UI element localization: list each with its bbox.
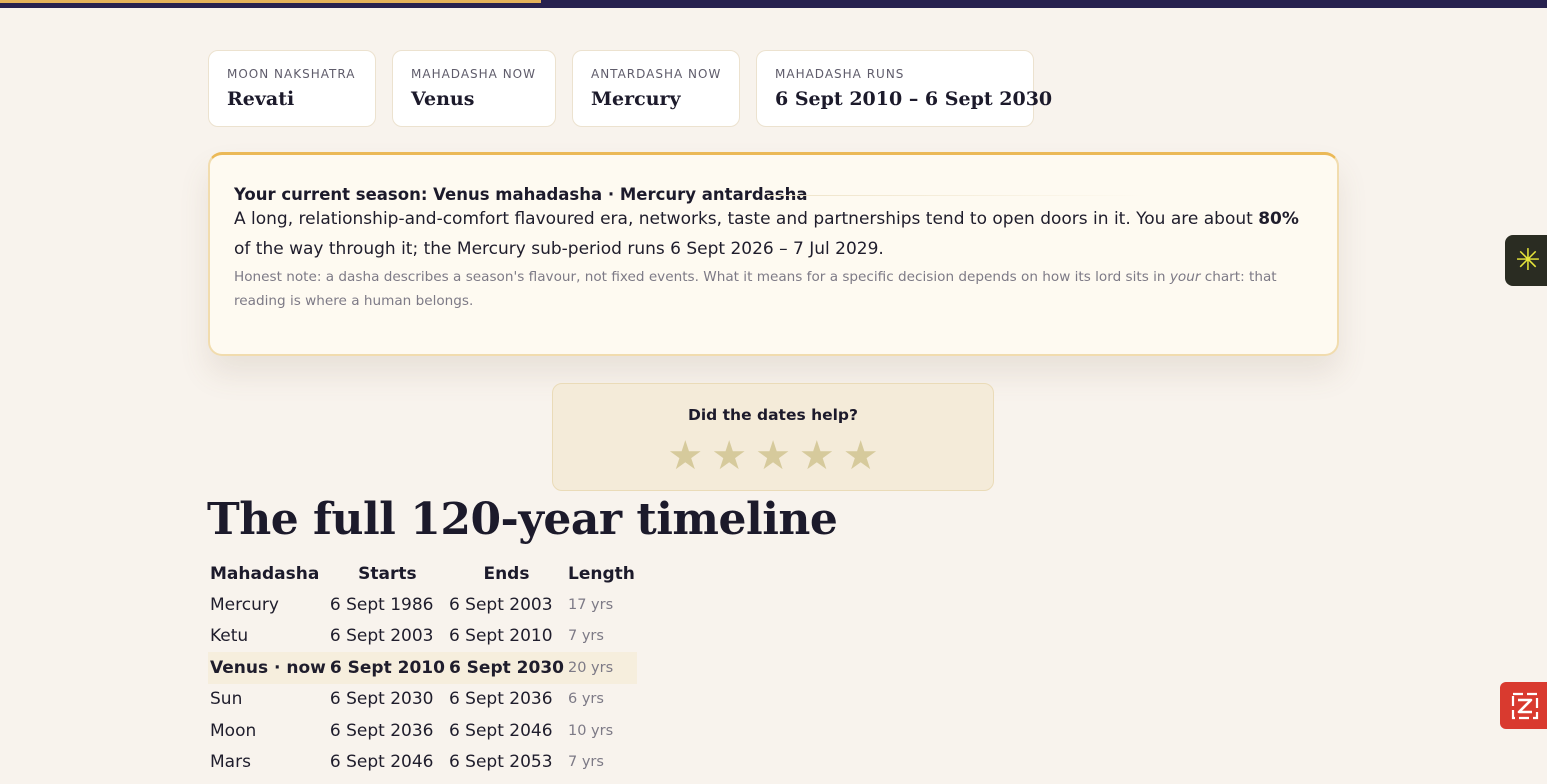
start-date: 6 Sept 2003 bbox=[329, 626, 434, 647]
end-date: 6 Sept 2030 bbox=[446, 652, 566, 684]
zendesk-icon bbox=[1511, 692, 1539, 719]
rating-question: Did the dates help? bbox=[687, 406, 859, 424]
season-progress-percent: 80% bbox=[1258, 209, 1299, 229]
stat-antardasha-now: ANTARDASHA NOW Mercury bbox=[572, 50, 740, 127]
mahadasha-name: Moon bbox=[210, 720, 257, 741]
length: 20 yrs bbox=[566, 652, 637, 684]
column-header-ends: Ends bbox=[483, 564, 530, 584]
honest-note: Honest note: a dasha describes a season'… bbox=[234, 265, 1313, 313]
mahadasha-name: Mercury bbox=[210, 594, 279, 615]
start-date: 6 Sept 2030 bbox=[329, 689, 434, 710]
support-widget-button[interactable] bbox=[1500, 682, 1547, 729]
table-row: Moon 6 Sept 2036 6 Sept 2046 10 yrs bbox=[208, 715, 637, 747]
end-date: 6 Sept 2036 bbox=[448, 689, 553, 710]
stat-label: MAHADASHA NOW bbox=[411, 67, 536, 81]
top-progress-bar bbox=[0, 0, 1547, 8]
star-icon[interactable]: ★ bbox=[843, 436, 879, 476]
end-date: 6 Sept 2010 bbox=[448, 626, 553, 647]
column-header-mahadasha: Mahadasha bbox=[210, 564, 320, 584]
column-header-starts: Starts bbox=[358, 564, 417, 584]
stat-value: 6 Sept 2010 – 6 Sept 2030 bbox=[775, 88, 1053, 110]
note-emphasis: your bbox=[1169, 269, 1201, 285]
star-icon[interactable]: ★ bbox=[667, 436, 703, 476]
mahadasha-name: Venus · now bbox=[208, 652, 328, 684]
mahadasha-name: Ketu bbox=[210, 626, 249, 647]
length: 10 yrs bbox=[568, 722, 614, 739]
timeline-heading: The full 120-year timeline bbox=[207, 494, 838, 545]
start-date: 6 Sept 2036 bbox=[329, 720, 434, 741]
start-date: 6 Sept 2010 bbox=[327, 652, 447, 684]
stat-value: Mercury bbox=[591, 88, 681, 110]
mahadasha-name: Sun bbox=[210, 689, 243, 710]
start-date: 6 Sept 1986 bbox=[329, 594, 434, 615]
length: 17 yrs bbox=[568, 596, 614, 613]
end-date: 6 Sept 2003 bbox=[448, 594, 553, 615]
stat-mahadasha-now: MAHADASHA NOW Venus bbox=[392, 50, 556, 127]
asterisk-icon: ✳ bbox=[1515, 243, 1541, 278]
feedback-rating-card: Did the dates help? ★ ★ ★ ★ ★ bbox=[552, 383, 994, 491]
table-row: Mercury 6 Sept 1986 6 Sept 2003 17 yrs bbox=[208, 589, 637, 621]
star-icon[interactable]: ★ bbox=[755, 436, 791, 476]
table-header-row: Mahadasha Starts Ends Length bbox=[208, 559, 637, 589]
star-rating: ★ ★ ★ ★ ★ bbox=[553, 436, 993, 476]
stat-label: MAHADASHA RUNS bbox=[775, 67, 905, 81]
end-date: 6 Sept 2046 bbox=[448, 720, 553, 741]
length: 7 yrs bbox=[568, 754, 604, 771]
stat-label: ANTARDASHA NOW bbox=[591, 67, 722, 81]
note-text: Honest note: a dasha describes a season'… bbox=[234, 269, 1170, 285]
season-title: Your current season: Venus mahadasha · M… bbox=[234, 185, 1313, 204]
start-date: 6 Sept 2046 bbox=[329, 752, 434, 773]
end-date: 6 Sept 2053 bbox=[448, 752, 553, 773]
length: 6 yrs bbox=[568, 691, 604, 708]
star-icon[interactable]: ★ bbox=[711, 436, 747, 476]
table-row-current: Venus · now 6 Sept 2010 6 Sept 2030 20 y… bbox=[208, 652, 637, 684]
floating-widget-button[interactable]: ✳ bbox=[1505, 235, 1547, 286]
title-divider bbox=[767, 195, 1147, 196]
season-title-text: Your current season: Venus mahadasha · M… bbox=[234, 185, 808, 204]
table-row: Ketu 6 Sept 2003 6 Sept 2010 7 yrs bbox=[208, 621, 637, 653]
season-description: A long, relationship-and-comfort flavour… bbox=[234, 204, 1313, 264]
stat-label: MOON NAKSHATRA bbox=[227, 67, 356, 81]
mahadasha-timeline-table: Mahadasha Starts Ends Length Mercury 6 S… bbox=[208, 559, 637, 778]
stat-value: Venus bbox=[411, 88, 475, 110]
column-header-length: Length bbox=[568, 564, 635, 584]
star-icon[interactable]: ★ bbox=[799, 436, 835, 476]
progress-fill bbox=[0, 0, 542, 3]
stat-value: Revati bbox=[227, 88, 295, 110]
length: 7 yrs bbox=[568, 628, 604, 645]
mahadasha-name: Mars bbox=[210, 752, 251, 773]
current-season-card: Your current season: Venus mahadasha · M… bbox=[208, 152, 1339, 356]
table-row: Mars 6 Sept 2046 6 Sept 2053 7 yrs bbox=[208, 747, 637, 779]
season-text: A long, relationship-and-comfort flavour… bbox=[234, 209, 1259, 229]
stat-mahadasha-runs: MAHADASHA RUNS 6 Sept 2010 – 6 Sept 2030 bbox=[756, 50, 1053, 127]
season-text: of the way through it; the Mercury sub-p… bbox=[234, 239, 884, 259]
stat-moon-nakshatra: MOON NAKSHATRA Revati bbox=[208, 50, 376, 127]
table-row: Sun 6 Sept 2030 6 Sept 2036 6 yrs bbox=[208, 684, 637, 716]
